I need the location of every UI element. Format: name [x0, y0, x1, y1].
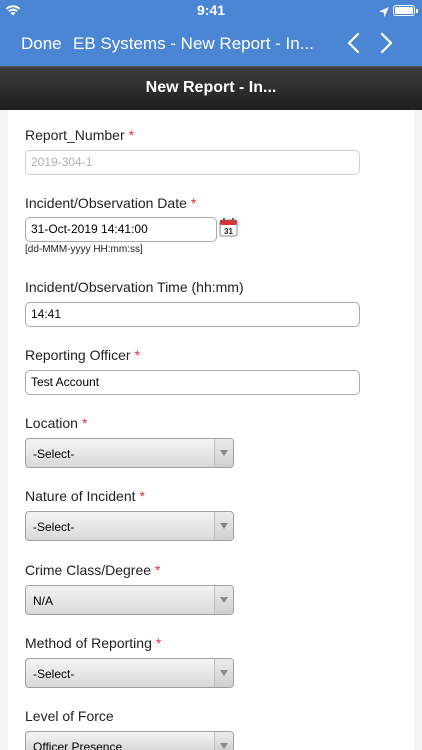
method-of-reporting-selected: -Select- — [33, 667, 75, 681]
dropdown-arrow-icon — [214, 439, 233, 467]
report-number-label: Report_Number * — [25, 127, 135, 143]
page-title: New Report - In... — [0, 66, 422, 110]
method-of-reporting-label: Method of Reporting * — [25, 635, 162, 651]
required-marker: * — [155, 635, 162, 651]
nature-of-incident-field: Nature of Incident * — [25, 488, 145, 504]
nature-of-incident-label: Nature of Incident * — [25, 488, 145, 504]
incident-time-input[interactable]: 14:41 — [25, 302, 360, 327]
incident-date-input[interactable]: 31-Oct-2019 14:41:00 — [25, 217, 217, 242]
chevron-left-icon[interactable] — [344, 31, 364, 55]
required-marker: * — [190, 195, 197, 211]
chevron-right-icon[interactable] — [376, 31, 396, 55]
required-marker: * — [128, 127, 135, 143]
reporting-officer-input[interactable]: Test Account — [25, 370, 360, 395]
location-selected: -Select- — [33, 447, 75, 461]
nav-title: EB Systems - New Report - In... — [73, 34, 314, 53]
level-of-force-field: Level of Force — [25, 708, 114, 724]
status-time: 9:41 — [196, 2, 226, 18]
method-of-reporting-field: Method of Reporting * — [25, 635, 161, 651]
crime-class-selected: N/A — [33, 594, 54, 608]
method-of-reporting-select[interactable]: -Select- — [25, 658, 234, 688]
crime-class-field: Crime Class/Degree * — [25, 562, 161, 578]
nav-bar: Done EB Systems - New Report - In... — [0, 20, 422, 66]
battery-icon — [393, 5, 418, 16]
calendar-icon[interactable]: 31 — [219, 217, 239, 237]
dropdown-arrow-icon — [214, 659, 233, 687]
incident-time-field: Incident/Observation Time (hh:mm) — [25, 279, 244, 295]
crime-class-label: Crime Class/Degree * — [25, 562, 161, 578]
level-of-force-selected: Officer Presence — [33, 740, 123, 750]
report-number-input: 2019-304-1 — [25, 150, 360, 175]
dropdown-arrow-icon — [214, 586, 233, 614]
date-format-hint: [dd-MMM-yyyy HH:mm:ss] — [25, 244, 143, 255]
required-marker: * — [155, 562, 161, 578]
reporting-officer-field: Reporting Officer * — [25, 347, 140, 363]
dropdown-arrow-icon — [214, 512, 233, 540]
required-marker: * — [134, 347, 141, 363]
incident-time-label: Incident/Observation Time (hh:mm) — [25, 279, 244, 295]
incident-date-label: Incident/Observation Date * — [25, 195, 197, 211]
level-of-force-label: Level of Force — [25, 708, 114, 724]
location-select[interactable]: -Select- — [25, 438, 234, 468]
crime-class-select[interactable]: N/A — [25, 585, 234, 615]
done-button[interactable]: Done — [21, 34, 62, 54]
nature-of-incident-select[interactable]: -Select- — [25, 511, 234, 541]
level-of-force-select[interactable]: Officer Presence — [25, 731, 234, 750]
reporting-officer-label: Reporting Officer * — [25, 347, 141, 363]
report-number-field: Report_Number * — [25, 127, 134, 143]
incident-date-field: Incident/Observation Date * — [25, 195, 196, 211]
required-marker: * — [81, 415, 88, 431]
location-label: Location * — [25, 415, 88, 431]
svg-text:31: 31 — [224, 227, 233, 236]
nature-of-incident-selected: -Select- — [33, 520, 75, 534]
required-marker: * — [139, 488, 145, 504]
status-bar: 9:41 — [0, 0, 422, 20]
location-field: Location * — [25, 415, 87, 431]
dropdown-arrow-icon — [214, 732, 233, 750]
